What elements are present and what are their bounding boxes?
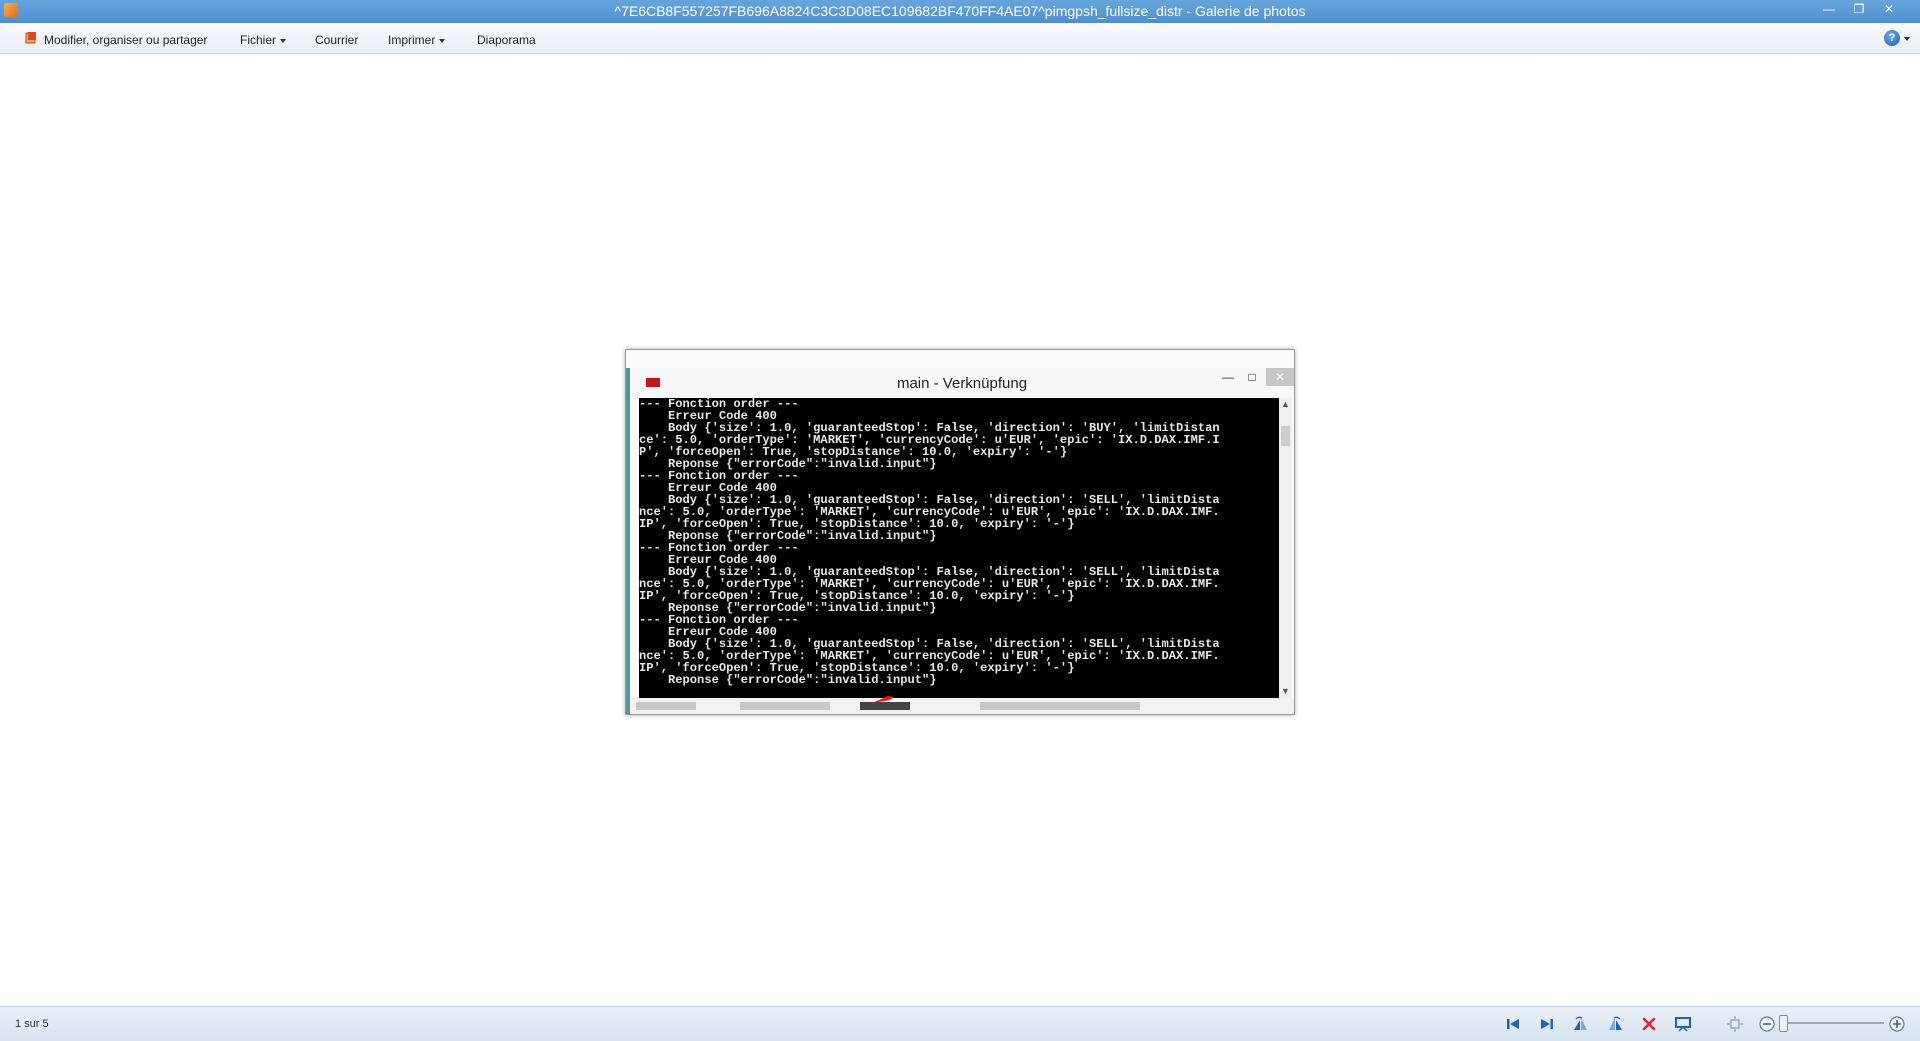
scroll-thumb <box>1281 426 1290 446</box>
red-arrow-annotation <box>872 696 894 703</box>
taskbar-segment <box>636 702 696 710</box>
organize-icon <box>25 32 36 44</box>
photo-position-text: 1 sur 5 <box>15 1018 49 1030</box>
displayed-photo: main - Verknüpfung — □ ✕ --- Fonction or… <box>625 349 1295 715</box>
print-menu[interactable]: Imprimer <box>388 33 446 47</box>
organize-button[interactable]: Modifier, organiser ou partager <box>44 33 207 47</box>
slideshow-button[interactable]: Diaporama <box>477 33 536 47</box>
chevron-down-icon[interactable] <box>1904 37 1910 41</box>
zoom-slider-thumb[interactable] <box>1779 1015 1788 1032</box>
file-menu[interactable]: Fichier <box>240 33 287 47</box>
window-title: ^7E6CB8F557257FB696A8824C3C3D08EC109682B… <box>614 3 1306 19</box>
scroll-down-icon: ▼ <box>1281 686 1290 696</box>
console-title-bar: main - Verknüpfung — □ ✕ <box>630 368 1294 398</box>
console-close-icon: ✕ <box>1266 368 1294 386</box>
file-menu-label: Fichier <box>240 33 277 47</box>
rotate-left-icon[interactable] <box>1572 1015 1590 1033</box>
console-line: Reponse {"errorCode":"invalid.input"} <box>639 673 937 687</box>
print-menu-label: Imprimer <box>388 33 436 47</box>
taskbar-segment <box>980 702 1140 710</box>
zoom-slider-track[interactable] <box>1782 1022 1884 1024</box>
next-icon[interactable] <box>1538 1015 1556 1033</box>
scroll-up-icon: ▲ <box>1281 399 1290 409</box>
actual-size-icon[interactable] <box>1726 1015 1744 1033</box>
delete-icon[interactable] <box>1640 1015 1658 1033</box>
restore-icon[interactable]: ❐ <box>1846 0 1872 20</box>
zoom-out-icon[interactable] <box>1758 1015 1776 1033</box>
close-icon[interactable]: ✕ <box>1876 0 1902 20</box>
taskbar-segment <box>740 702 830 710</box>
photo-edge-strip <box>626 368 630 714</box>
title-bar: ^7E6CB8F557257FB696A8824C3C3D08EC109682B… <box>0 0 1920 23</box>
rotate-right-icon[interactable] <box>1606 1015 1624 1033</box>
photo-taskbar-strip <box>630 698 1294 714</box>
zoom-in-icon[interactable] <box>1888 1015 1906 1033</box>
console-title: main - Verknüpfung <box>896 375 1028 392</box>
console-scrollbar: ▲ ▼ <box>1279 398 1292 698</box>
chevron-down-icon <box>439 38 446 43</box>
chevron-down-icon <box>280 38 287 43</box>
console-maximize-icon: □ <box>1248 370 1256 384</box>
help-icon[interactable]: ? <box>1884 30 1900 46</box>
status-bar: 1 sur 5 <box>0 1006 1920 1041</box>
mail-button[interactable]: Courrier <box>315 33 358 47</box>
minimize-icon[interactable]: — <box>1816 0 1842 20</box>
command-bar <box>0 23 1920 54</box>
first-icon[interactable] <box>1504 1015 1522 1033</box>
console-output: --- Fonction order --- Erreur Code 400 B… <box>639 398 1279 698</box>
slideshow-icon[interactable] <box>1674 1015 1692 1033</box>
